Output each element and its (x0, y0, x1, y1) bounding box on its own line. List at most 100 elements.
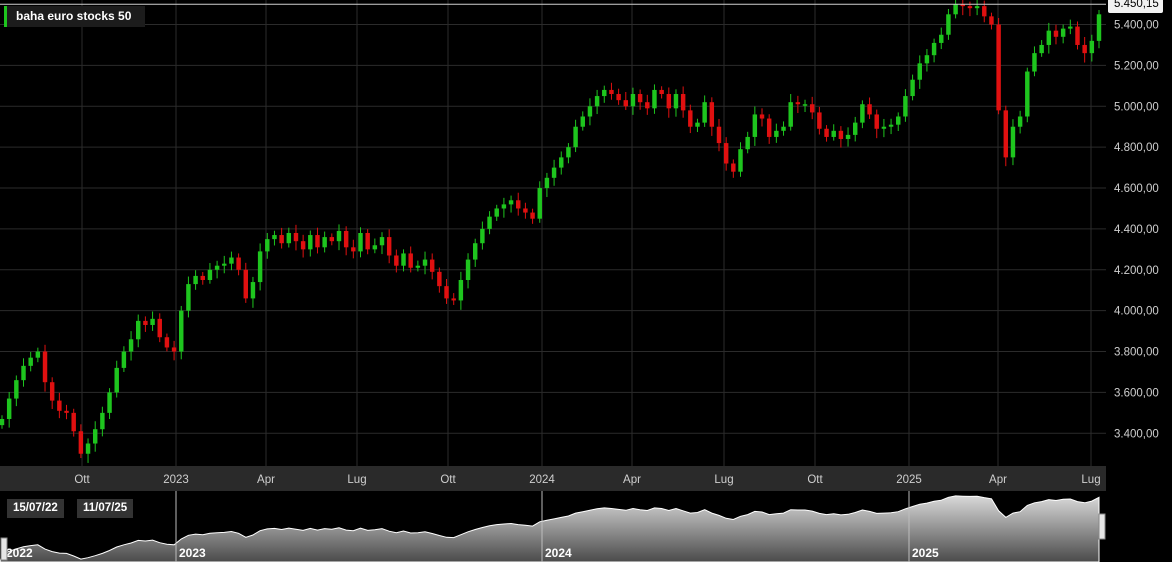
candle-body (989, 16, 994, 25)
candle-body (193, 275, 198, 285)
series-legend: baha euro stocks 50 (4, 6, 146, 27)
candle-body (974, 6, 980, 9)
candle-body (71, 412, 76, 432)
candle-body (229, 257, 234, 264)
candle-body (49, 382, 55, 401)
candle[interactable] (179, 305, 184, 360)
candle-body (580, 116, 585, 127)
candle-body (386, 237, 392, 256)
x-tick-label: Lug (714, 474, 733, 486)
x-tick-label: Ott (440, 474, 456, 486)
candle-body (222, 263, 227, 266)
candle-body (623, 100, 629, 107)
candle-body (924, 55, 930, 64)
y-tick-label: 4.800,00 (1114, 142, 1159, 154)
candle-body (236, 257, 241, 270)
candle-body (566, 147, 571, 158)
candle-body (465, 259, 471, 281)
candle-body (157, 318, 162, 338)
candle-body (896, 116, 901, 125)
candle-body (336, 230, 342, 242)
candle-body (910, 79, 915, 97)
x-axis: Ott 2023 Apr Lug Ott 2024 Apr Lug Ott 2025 Apr Lug (0, 466, 1106, 491)
navigator-end-date[interactable]: 11/07/25 (77, 499, 134, 518)
candle-body (365, 233, 370, 250)
candle-body (179, 310, 184, 352)
candle-body (881, 126, 887, 129)
candle-body (1082, 44, 1087, 54)
candle-body (379, 237, 385, 246)
candle-body (931, 42, 937, 56)
candle-body (487, 216, 492, 229)
candle-body (544, 177, 550, 189)
candle-body (824, 128, 829, 137)
candle-body (766, 118, 772, 137)
x-tick-label: 2025 (896, 474, 922, 486)
candle-body (1060, 28, 1066, 37)
candle-body (1039, 44, 1044, 54)
candle-body (917, 63, 922, 80)
candle[interactable] (1025, 67, 1030, 123)
candle-body (0, 418, 5, 426)
candle-body (781, 126, 786, 131)
navigator-handle-left[interactable] (0, 537, 8, 561)
candle-body (530, 212, 535, 219)
candle-body (64, 410, 69, 413)
candle-body (286, 233, 292, 244)
candle-body (57, 400, 62, 411)
candle-body (128, 339, 134, 352)
candle[interactable] (1003, 105, 1009, 167)
candle-body (802, 104, 808, 106)
candle-body (494, 208, 499, 217)
candle-body (458, 280, 464, 301)
candle-body (372, 245, 378, 250)
navigator[interactable]: 2022 2023 2024 2025 (0, 491, 1106, 562)
candle-body (437, 271, 442, 287)
y-tick-label: 3.800,00 (1114, 347, 1159, 359)
candle-body (250, 282, 256, 299)
candle-body (300, 241, 306, 250)
candle-body (42, 351, 48, 383)
candle-body (702, 102, 707, 123)
x-tick-label: Lug (347, 474, 366, 486)
candle-body (265, 239, 270, 252)
x-tick-label: Lug (1081, 474, 1100, 486)
candle-body (903, 96, 908, 117)
navigator-start-date[interactable]: 15/07/22 (7, 499, 64, 518)
candle-body (939, 34, 944, 43)
y-tick-label: 5.000,00 (1114, 101, 1159, 113)
navigator-handle-right[interactable] (1098, 513, 1106, 540)
candle-body (845, 134, 851, 139)
candle-body (1089, 40, 1095, 54)
candle-body (652, 89, 657, 109)
navigator-year-label: 2024 (545, 546, 572, 560)
candle-body (1025, 71, 1030, 117)
candle-body (243, 269, 249, 299)
y-tick-label: 3.600,00 (1114, 387, 1159, 399)
candle-body (472, 243, 478, 260)
candle-body (1017, 116, 1023, 127)
candle-body (78, 431, 84, 454)
candle-body (85, 443, 91, 454)
y-tick-label: 3.400,00 (1114, 428, 1159, 440)
candle-body (6, 398, 12, 419)
candle-body (673, 94, 679, 109)
candle-body (852, 122, 858, 135)
candle-body (559, 157, 564, 168)
navigator-year-label: 2025 (912, 546, 939, 560)
candle-body (136, 320, 141, 340)
candle-body (831, 130, 836, 137)
last-price-tag: 5.450,15 (1108, 0, 1163, 14)
candle-body (602, 89, 607, 97)
candle-body (688, 110, 693, 127)
candle-body (1096, 14, 1102, 41)
candle-body (967, 6, 973, 9)
candle-body (888, 124, 894, 127)
candle-body (415, 265, 421, 268)
candle-body (322, 237, 327, 248)
candle-body (1053, 30, 1059, 37)
candle[interactable] (996, 17, 1001, 115)
candle-body (272, 235, 277, 240)
candle-body (422, 259, 428, 266)
candle-body (401, 253, 406, 266)
